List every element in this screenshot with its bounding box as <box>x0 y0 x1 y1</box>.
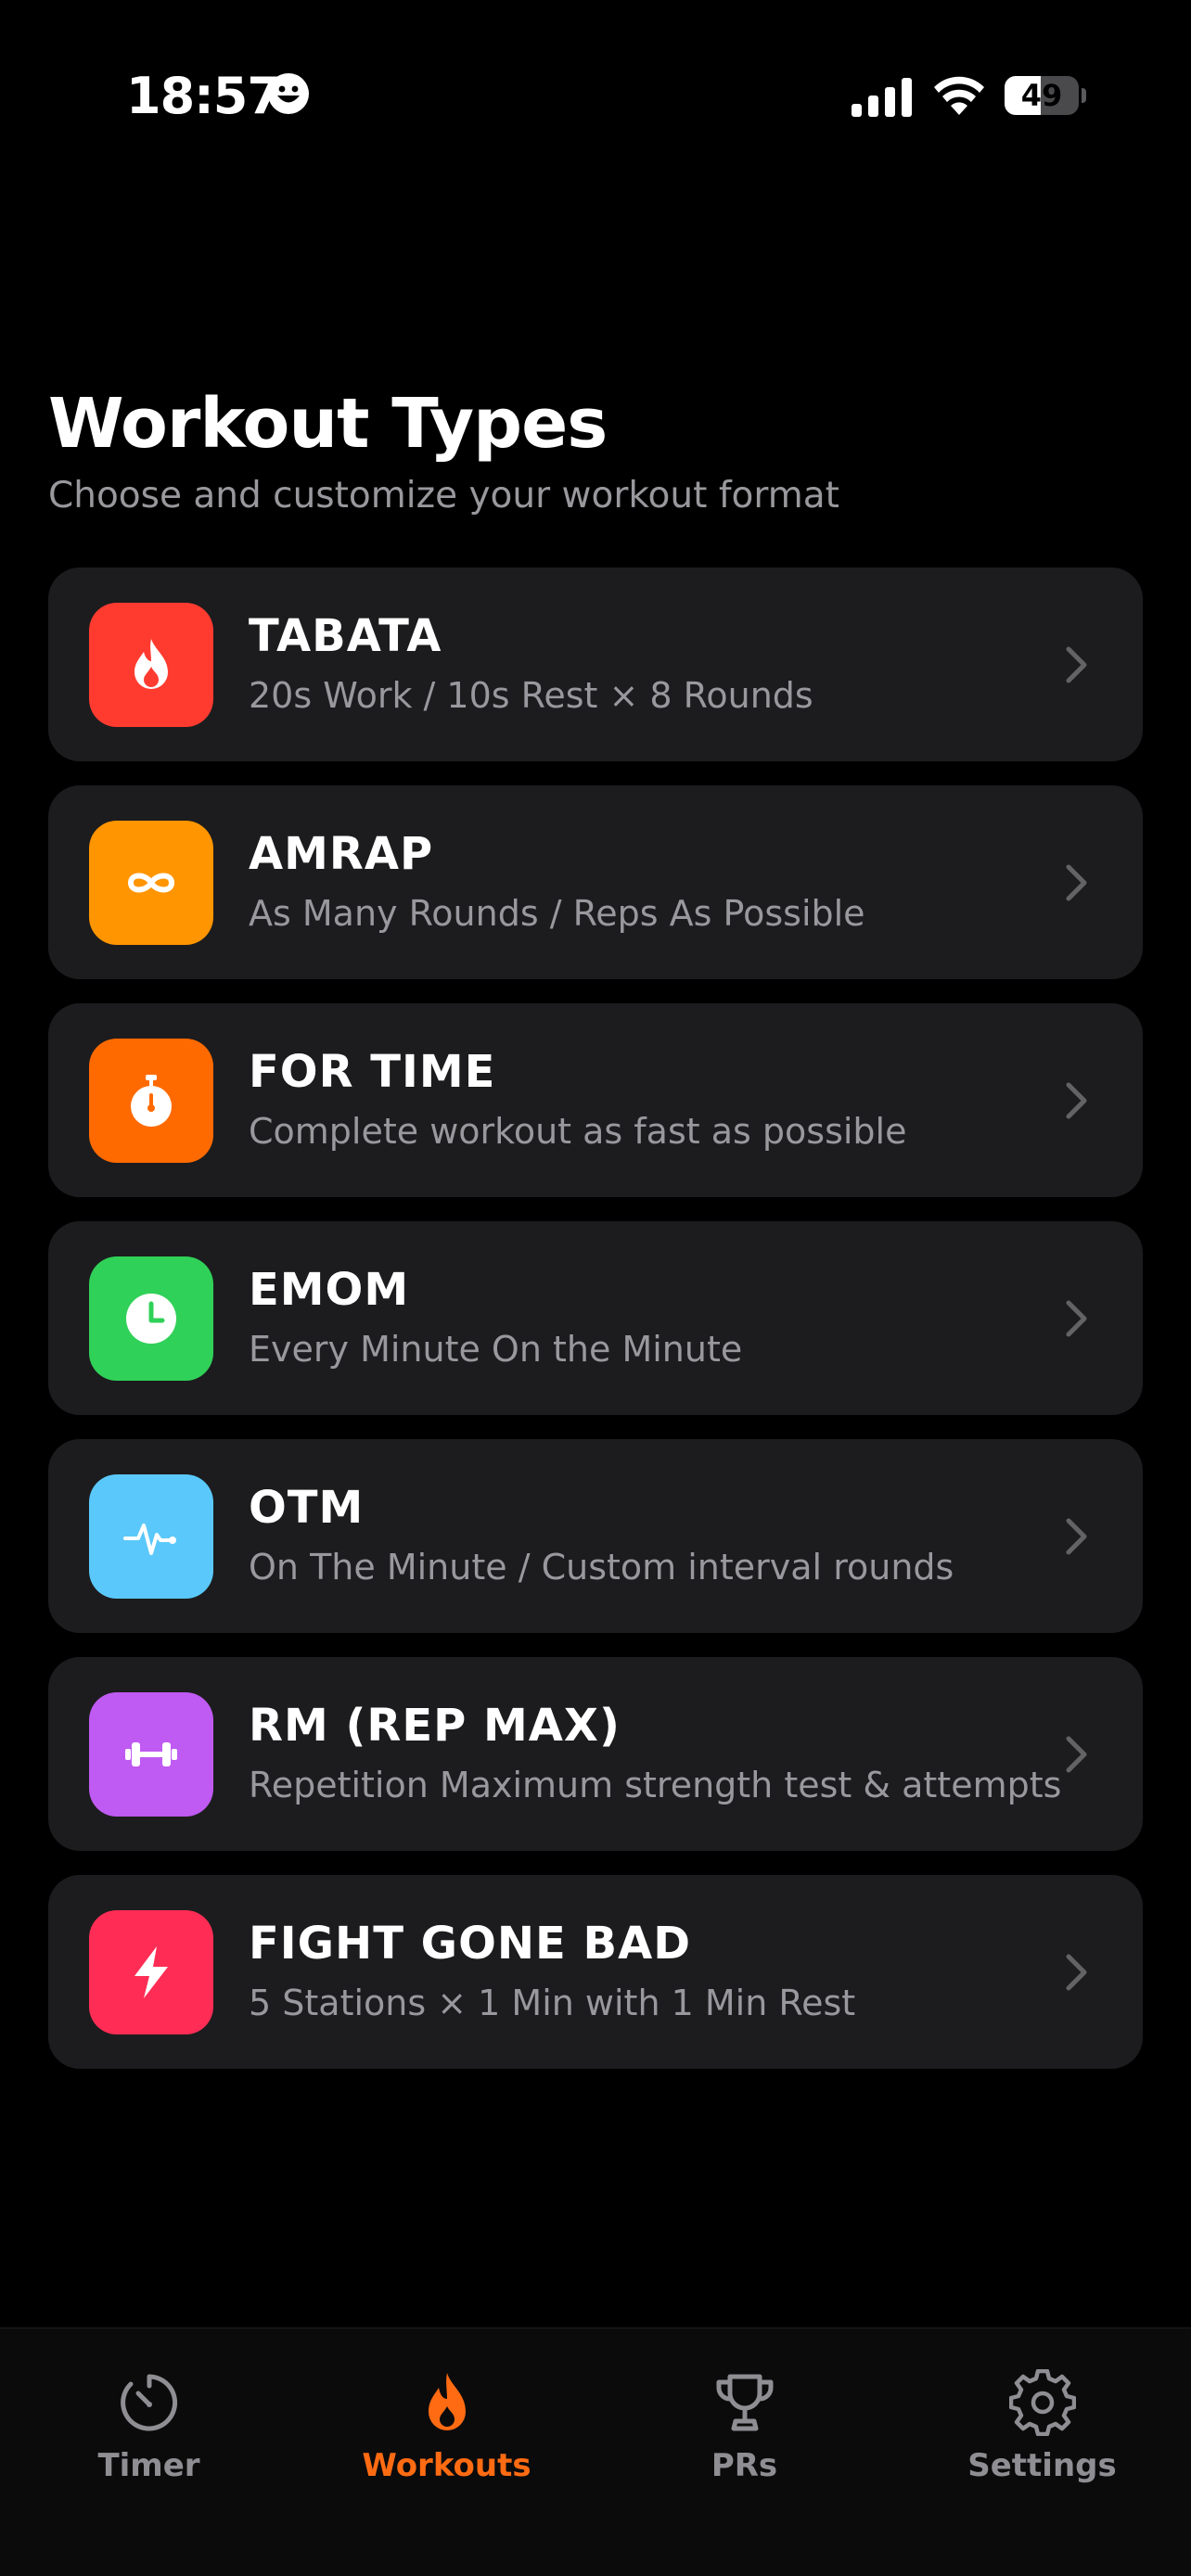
bolt-icon <box>134 1946 168 1998</box>
workout-description: 20s Work / 10s Rest × 8 Rounds <box>249 675 813 716</box>
workout-title: FOR TIME <box>249 1046 496 1098</box>
gear-icon <box>1008 2369 1076 2436</box>
workout-description: On The Minute / Custom interval rounds <box>249 1547 954 1588</box>
chevron-right-icon <box>1066 864 1087 901</box>
chevron-right-icon <box>1066 1518 1087 1555</box>
workout-icon-tile <box>89 1256 213 1381</box>
tab-bar: Timer Workouts PRs Settings <box>0 2327 1191 2576</box>
workout-title: RM (REP MAX) <box>249 1700 621 1752</box>
workout-card-rep-max[interactable]: RM (REP MAX) Repetition Maximum strength… <box>48 1657 1143 1851</box>
workout-icon-tile <box>89 1910 213 2034</box>
flame-icon <box>428 2373 466 2430</box>
workout-icon-tile <box>89 1039 213 1163</box>
chevron-right-icon <box>1066 646 1087 683</box>
stopwatch-icon <box>131 1075 172 1127</box>
workout-title: EMOM <box>249 1264 410 1316</box>
trophy-icon <box>716 2374 773 2431</box>
status-time: 18:57 <box>126 67 282 125</box>
workout-icon-tile <box>89 821 213 945</box>
page-title: Workout Types <box>48 384 608 464</box>
workout-card-tabata[interactable]: TABATA 20s Work / 10s Rest × 8 Rounds <box>48 567 1143 761</box>
battery-indicator: 49 <box>1005 76 1086 115</box>
workout-description: As Many Rounds / Reps As Possible <box>249 893 865 934</box>
app-screen: 18:57 49 Workout Types Choose and custom… <box>0 0 1191 2576</box>
tab-label: Workouts <box>362 2447 531 2484</box>
workout-icon-tile <box>89 603 213 727</box>
heartbeat-icon <box>123 1524 176 1555</box>
clock-icon <box>126 1294 176 1344</box>
smile-icon <box>268 73 309 114</box>
workout-title: AMRAP <box>249 828 434 880</box>
tab-label: PRs <box>711 2447 778 2484</box>
battery-percentage: 49 <box>1020 78 1063 113</box>
workout-icon-tile <box>89 1692 213 1817</box>
wifi-icon <box>934 76 984 115</box>
tab-label: Settings <box>967 2447 1117 2484</box>
page-subtitle: Choose and customize your workout format <box>48 475 839 516</box>
workout-card-otm[interactable]: OTM On The Minute / Custom interval roun… <box>48 1439 1143 1633</box>
workout-card-amrap[interactable]: AMRAP As Many Rounds / Reps As Possible <box>48 785 1143 979</box>
chevron-right-icon <box>1066 1300 1087 1337</box>
tab-timer[interactable]: Timer <box>0 2328 298 2514</box>
timer-icon <box>120 2374 177 2431</box>
workout-card-emom[interactable]: EMOM Every Minute On the Minute <box>48 1221 1143 1415</box>
workout-list: TABATA 20s Work / 10s Rest × 8 Rounds AM… <box>48 567 1143 2093</box>
workout-icon-tile <box>89 1474 213 1599</box>
cellular-signal-icon <box>852 78 912 117</box>
workout-title: TABATA <box>249 610 442 662</box>
tab-label: Timer <box>97 2447 200 2484</box>
status-bar: 18:57 49 <box>0 0 1191 195</box>
workout-card-fight-gone-bad[interactable]: FIGHT GONE BAD 5 Stations × 1 Min with 1… <box>48 1875 1143 2069</box>
workout-description: Every Minute On the Minute <box>249 1329 743 1370</box>
dumbbell-icon <box>125 1742 177 1766</box>
chevron-right-icon <box>1066 1736 1087 1773</box>
workout-title: OTM <box>249 1482 365 1534</box>
workout-title: FIGHT GONE BAD <box>249 1918 692 1970</box>
chevron-right-icon <box>1066 1082 1087 1119</box>
tab-settings[interactable]: Settings <box>893 2328 1191 2514</box>
workout-description: Complete workout as fast as possible <box>249 1111 907 1152</box>
workout-description: 5 Stations × 1 Min with 1 Min Rest <box>249 1983 856 2023</box>
chevron-right-icon <box>1066 1954 1087 1991</box>
workout-card-for-time[interactable]: FOR TIME Complete workout as fast as pos… <box>48 1003 1143 1197</box>
flame-icon <box>134 639 168 689</box>
tab-workouts[interactable]: Workouts <box>298 2328 596 2514</box>
workout-description: Repetition Maximum strength test & attem… <box>249 1765 1062 1805</box>
infinity-icon <box>128 873 174 893</box>
tab-prs[interactable]: PRs <box>596 2328 893 2514</box>
